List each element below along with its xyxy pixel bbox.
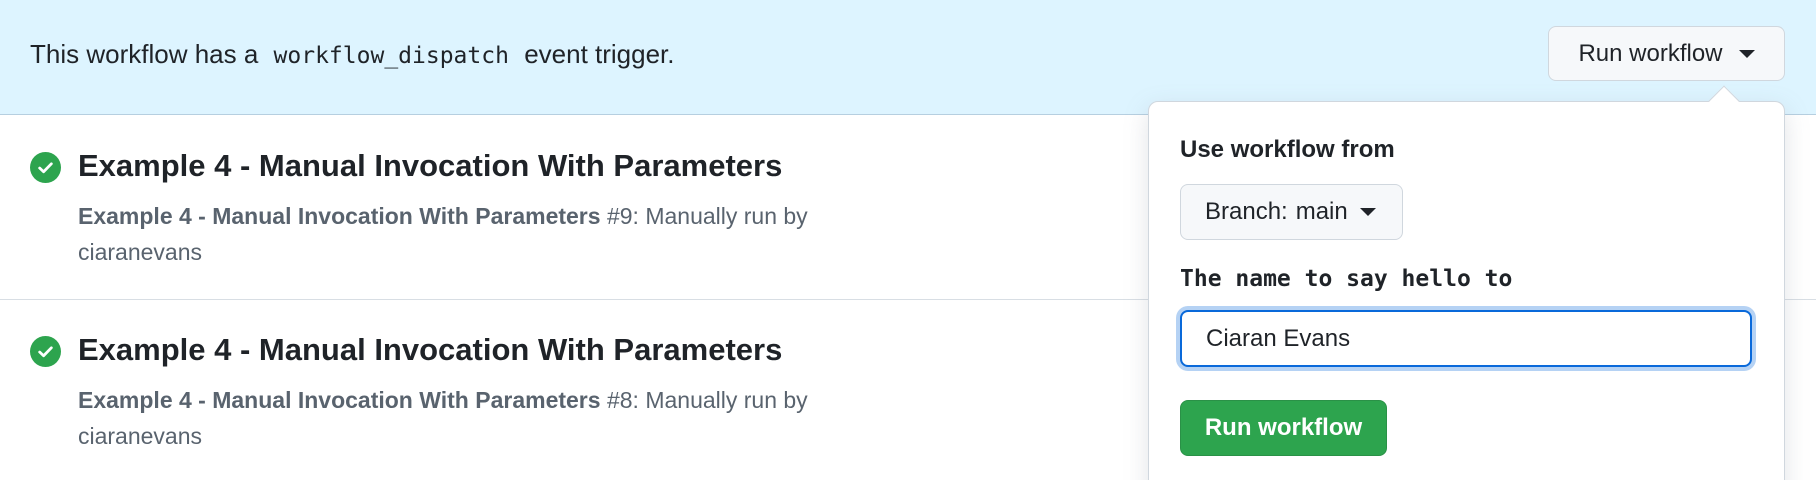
run-meta: Example 4 - Manual Invocation With Param… (78, 382, 938, 454)
run-workflow-dropdown-label: Run workflow (1578, 39, 1723, 67)
name-input-label: The name to say hello to (1180, 266, 1513, 292)
workflow-dispatch-banner: This workflow has a workflow_dispatch ev… (0, 0, 1816, 115)
banner-message: This workflow has a workflow_dispatch ev… (30, 38, 675, 72)
banner-text-after: event trigger. (524, 39, 675, 69)
check-circle-icon (30, 152, 61, 183)
run-workflow-name: Example 4 - Manual Invocation With Param… (78, 387, 601, 413)
run-workflow-popover: Use workflow from Branch: main The name … (1148, 101, 1785, 480)
banner-event-code: workflow_dispatch (273, 43, 509, 69)
workflow-runs-page: This workflow has a workflow_dispatch ev… (0, 0, 1816, 480)
run-workflow-name: Example 4 - Manual Invocation With Param… (78, 203, 601, 229)
run-workflow-submit-button[interactable]: Run workflow (1180, 400, 1387, 456)
run-event-text: : Manually run by (632, 387, 808, 413)
check-mark-icon (38, 346, 53, 358)
run-actor: ciaranevans (78, 423, 203, 449)
branch-select-button[interactable]: Branch: main (1180, 184, 1403, 240)
run-actor: ciaranevans (78, 239, 203, 265)
run-title-link[interactable]: Example 4 - Manual Invocation With Param… (78, 332, 782, 368)
run-meta: Example 4 - Manual Invocation With Param… (78, 198, 938, 270)
run-event-text: : Manually run by (632, 203, 808, 229)
check-circle-icon (30, 336, 61, 367)
check-mark-icon (38, 162, 53, 174)
banner-text-before: This workflow has a (30, 39, 259, 69)
run-number: #8 (606, 387, 633, 413)
branch-prefix: Branch: (1205, 198, 1288, 225)
triangle-down-icon (1359, 208, 1376, 216)
triangle-down-icon (1738, 49, 1755, 58)
branch-name: main (1295, 198, 1348, 225)
run-workflow-dropdown-button[interactable]: Run workflow (1548, 26, 1785, 81)
run-title-link[interactable]: Example 4 - Manual Invocation With Param… (78, 148, 782, 184)
name-input[interactable] (1180, 310, 1752, 367)
use-workflow-from-label: Use workflow from (1180, 136, 1395, 163)
run-number: #9 (606, 203, 633, 229)
